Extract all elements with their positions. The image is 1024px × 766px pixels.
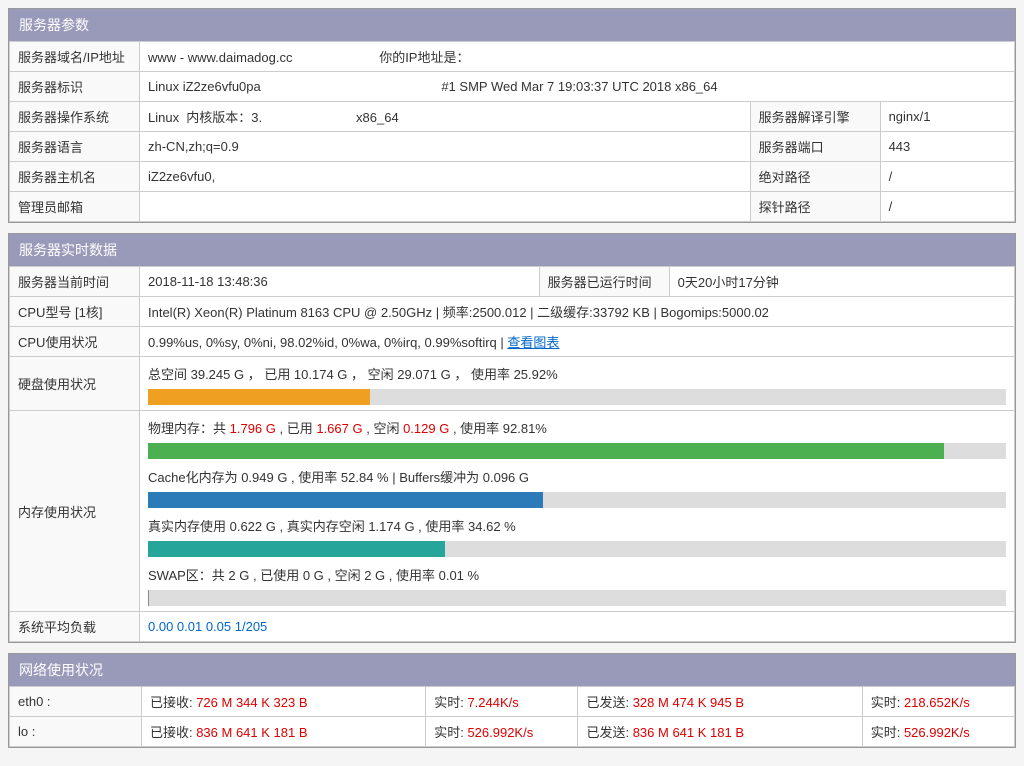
value-disk-usage: 总空间 39.245 G ， 已用 10.174 G ， 空闲 29.071 G…: [140, 357, 1015, 411]
mem-cache-bar-fill: [148, 492, 543, 508]
value-port: 443: [880, 132, 1014, 162]
ip-label: 你的IP地址是：: [379, 50, 469, 65]
label-current-time: 服务器当前时间: [10, 267, 140, 297]
cpu-usage-text: 0.99%us, 0%sy, 0%ni, 98.02%id, 0%wa, 0%i…: [148, 335, 507, 350]
mem-phys-bar-fill: [148, 443, 944, 459]
network-title: 网络使用状况: [9, 654, 1015, 686]
label-uptime: 服务器已运行时间: [539, 267, 669, 297]
value-domain-ip: www - www.daimadog.cc 你的IP地址是：: [140, 42, 1015, 72]
server-params-panel: 服务器参数 服务器域名/IP地址 www - www.daimadog.cc 你…: [8, 8, 1016, 223]
value-os: Linux 内核版本：3. x86_64: [140, 102, 751, 132]
mem-swap-text: SWAP区：共 2 G , 已使用 0 G , 空闲 2 G , 使用率 0.0…: [148, 563, 1006, 586]
value-current-time: 2018-11-18 13:48:36: [140, 267, 540, 297]
disk-bar-fill: [148, 389, 370, 405]
value-engine: nginx/1: [880, 102, 1014, 132]
eth0-tx-rt: 实时: 218.652K/s: [862, 687, 1014, 717]
value-lang: zh-CN,zh;q=0.9: [140, 132, 751, 162]
value-mem-usage: 物理内存：共 1.796 G , 已用 1.667 G , 空闲 0.129 G…: [140, 411, 1015, 612]
value-abspath: /: [880, 162, 1014, 192]
label-server-id: 服务器标识: [10, 72, 140, 102]
value-cpu-usage: 0.99%us, 0%sy, 0%ni, 98.02%id, 0%wa, 0%i…: [140, 327, 1015, 357]
table-row: lo : 已接收: 836 M 641 K 181 B 实时: 526.992K…: [10, 717, 1015, 747]
mem-phys-text: 物理内存：共 1.796 G , 已用 1.667 G , 空闲 0.129 G…: [148, 416, 1006, 439]
iface-eth0: eth0 :: [10, 687, 142, 717]
mem-real-text: 真实内存使用 0.622 G , 真实内存空闲 1.174 G , 使用率 34…: [148, 514, 1006, 537]
mem-cache-bar: [148, 492, 1006, 508]
label-cpu-usage: CPU使用状况: [10, 327, 140, 357]
table-row: 服务器主机名 iZ2ze6vfu0, 绝对路径 /: [10, 162, 1015, 192]
value-probe-path: /: [880, 192, 1014, 222]
value-cpu-model: Intel(R) Xeon(R) Platinum 8163 CPU @ 2.5…: [140, 297, 1015, 327]
lo-tx-rt: 实时: 526.992K/s: [862, 717, 1014, 747]
lo-tx: 已发送: 836 M 641 K 181 B: [578, 717, 862, 747]
table-row: 管理员邮箱 探针路径 /: [10, 192, 1015, 222]
mem-phys-bar: [148, 443, 1006, 459]
label-abspath: 绝对路径: [750, 162, 880, 192]
mem-real-bar: [148, 541, 1006, 557]
network-table: eth0 : 已接收: 726 M 344 K 323 B 实时: 7.244K…: [9, 686, 1015, 747]
eth0-tx: 已发送: 328 M 474 K 945 B: [578, 687, 862, 717]
realtime-title: 服务器实时数据: [9, 234, 1015, 266]
table-row: 服务器操作系统 Linux 内核版本：3. x86_64 服务器解译引擎 ngi…: [10, 102, 1015, 132]
value-server-id: Linux iZ2ze6vfu0pa #1 SMP Wed Mar 7 19:0…: [140, 72, 1015, 102]
label-lang: 服务器语言: [10, 132, 140, 162]
label-cpu-model: CPU型号 [1核]: [10, 297, 140, 327]
server-params-table: 服务器域名/IP地址 www - www.daimadog.cc 你的IP地址是…: [9, 41, 1015, 222]
value-hostname: iZ2ze6vfu0,: [140, 162, 751, 192]
table-row: 系统平均负载 0.00 0.01 0.05 1/205: [10, 612, 1015, 642]
realtime-table: 服务器当前时间 2018-11-18 13:48:36 服务器已运行时间 0天2…: [9, 266, 1015, 642]
disk-text: 总空间 39.245 G ， 已用 10.174 G ， 空闲 29.071 G…: [148, 362, 1006, 385]
table-row: 内存使用状况 物理内存：共 1.796 G , 已用 1.667 G , 空闲 …: [10, 411, 1015, 612]
network-panel: 网络使用状况 eth0 : 已接收: 726 M 344 K 323 B 实时:…: [8, 653, 1016, 748]
eth0-rx-rt: 实时: 7.244K/s: [426, 687, 578, 717]
server-params-title: 服务器参数: [9, 9, 1015, 41]
lo-rx-rt: 实时: 526.992K/s: [426, 717, 578, 747]
label-loadavg: 系统平均负载: [10, 612, 140, 642]
eth0-rx: 已接收: 726 M 344 K 323 B: [141, 687, 425, 717]
value-loadavg: 0.00 0.01 0.05 1/205: [140, 612, 1015, 642]
table-row: 服务器当前时间 2018-11-18 13:48:36 服务器已运行时间 0天2…: [10, 267, 1015, 297]
label-mem-usage: 内存使用状况: [10, 411, 140, 612]
mem-cache-text: Cache化内存为 0.949 G , 使用率 52.84 % | Buffer…: [148, 465, 1006, 488]
mem-real-bar-fill: [148, 541, 445, 557]
iface-lo: lo :: [10, 717, 142, 747]
table-row: 服务器标识 Linux iZ2ze6vfu0pa #1 SMP Wed Mar …: [10, 72, 1015, 102]
view-chart-link[interactable]: 查看图表: [507, 335, 559, 350]
value-admin-email: [140, 192, 751, 222]
mem-swap-bar: [148, 590, 1006, 606]
label-os: 服务器操作系统: [10, 102, 140, 132]
value-uptime: 0天20小时17分钟: [669, 267, 1014, 297]
table-row: 服务器语言 zh-CN,zh;q=0.9 服务器端口 443: [10, 132, 1015, 162]
domain-text: www - www.daimadog.cc: [148, 50, 293, 65]
disk-bar: [148, 389, 1006, 405]
label-domain-ip: 服务器域名/IP地址: [10, 42, 140, 72]
label-disk-usage: 硬盘使用状况: [10, 357, 140, 411]
label-hostname: 服务器主机名: [10, 162, 140, 192]
label-admin-email: 管理员邮箱: [10, 192, 140, 222]
label-engine: 服务器解译引擎: [750, 102, 880, 132]
lo-rx: 已接收: 836 M 641 K 181 B: [141, 717, 425, 747]
label-probe-path: 探针路径: [750, 192, 880, 222]
table-row: CPU使用状况 0.99%us, 0%sy, 0%ni, 98.02%id, 0…: [10, 327, 1015, 357]
table-row: 服务器域名/IP地址 www - www.daimadog.cc 你的IP地址是…: [10, 42, 1015, 72]
table-row: 硬盘使用状况 总空间 39.245 G ， 已用 10.174 G ， 空闲 2…: [10, 357, 1015, 411]
table-row: eth0 : 已接收: 726 M 344 K 323 B 实时: 7.244K…: [10, 687, 1015, 717]
label-port: 服务器端口: [750, 132, 880, 162]
table-row: CPU型号 [1核] Intel(R) Xeon(R) Platinum 816…: [10, 297, 1015, 327]
realtime-data-panel: 服务器实时数据 服务器当前时间 2018-11-18 13:48:36 服务器已…: [8, 233, 1016, 643]
